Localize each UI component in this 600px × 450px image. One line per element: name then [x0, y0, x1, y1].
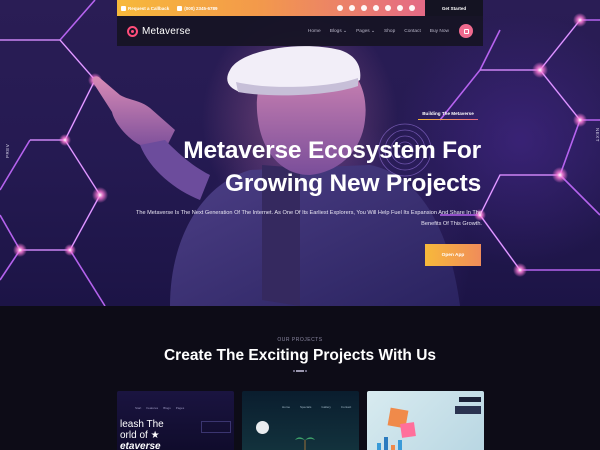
logo-text: Metaverse — [142, 25, 191, 37]
site-logo[interactable]: Metaverse — [127, 25, 191, 37]
divider-dot — [293, 370, 295, 372]
page: PREV NEXT Building The Metaverse Metaver… — [0, 0, 600, 450]
shopping-bag-icon — [463, 28, 469, 34]
nav-item-contact[interactable]: Contact — [404, 29, 421, 34]
social-links — [337, 5, 415, 11]
card3-panel — [455, 406, 481, 414]
hero-description-line-1: The Metaverse Is The Next Generation Of … — [135, 210, 482, 216]
top-bar-info: Request a Callback (000) 2345-6789 — [117, 0, 425, 16]
bar-graphic-icon — [377, 437, 402, 450]
hero-description-line-2: Benefits Of This Growth. — [421, 221, 482, 227]
projects-eyebrow: OUR PROJECTS — [277, 337, 323, 343]
nav-item-shop[interactable]: Shop — [384, 29, 395, 34]
email-icon[interactable] — [409, 5, 415, 11]
section-divider — [290, 370, 310, 373]
phone-icon — [121, 5, 126, 11]
moon-icon — [256, 421, 269, 434]
card1-heading-line: orld of ★ — [120, 430, 160, 441]
callback-label: Request a Callback — [128, 5, 170, 11]
cart-button[interactable] — [459, 24, 473, 38]
card2-nav-item: Gallery — [321, 405, 331, 409]
card1-nav-item: Blogs — [163, 406, 171, 410]
get-started-button[interactable]: Get Started — [425, 0, 483, 16]
nav-item-home[interactable]: Home — [308, 29, 321, 34]
hero-tagline: Building The Metaverse — [418, 111, 478, 120]
instagram-icon[interactable] — [385, 5, 391, 11]
nav-item-pages[interactable]: Pages ⌄ — [356, 29, 375, 34]
youtube-icon[interactable] — [373, 5, 379, 11]
hero-title-line-2: Growing New Projects — [224, 170, 481, 197]
palm-tree-icon — [295, 437, 315, 450]
divider-bar — [296, 370, 304, 372]
call-icon — [177, 5, 183, 11]
nav-item-blogs[interactable]: Blogs ⌄ — [330, 29, 347, 34]
facebook-icon[interactable] — [337, 5, 343, 11]
callback-link[interactable]: Request a Callback — [121, 5, 170, 11]
card1-nav: Start Features Blogs Pages — [135, 406, 184, 410]
card3-label — [459, 397, 481, 402]
card1-nav-item: Start — [135, 406, 142, 410]
card2-nav: Home Specials Gallery Contact — [282, 405, 351, 409]
logo-icon — [127, 25, 138, 37]
prev-slide-button[interactable]: PREV — [5, 144, 10, 158]
projects-title: Create The Exciting Projects With Us — [163, 347, 437, 364]
pinterest-icon[interactable] — [361, 5, 367, 11]
next-slide-button[interactable]: NEXT — [595, 128, 600, 142]
hero-title: Metaverse Ecosystem For Growing New Proj… — [101, 134, 481, 200]
project-card-3[interactable] — [367, 391, 484, 450]
card1-nav-item: Pages — [175, 406, 185, 410]
card1-heading-line: leash The — [120, 419, 164, 430]
projects-section: OUR PROJECTS Create The Exciting Project… — [0, 306, 600, 450]
tumblr-icon[interactable] — [397, 5, 403, 11]
card2-nav-item: Contact — [340, 405, 352, 409]
hero-description: The Metaverse Is The Next Generation Of … — [110, 208, 482, 230]
nav-item-blogs-label: Blogs — [329, 28, 342, 34]
card1-nav-item: Features — [146, 406, 159, 410]
nav-item-buy-now[interactable]: Buy Now — [430, 29, 449, 34]
project-card-1[interactable]: Start Features Blogs Pages leash The orl… — [117, 391, 234, 450]
phone-number[interactable]: (000) 2345-6789 — [177, 5, 218, 11]
card2-nav-item: Home — [282, 405, 291, 409]
hero-title-line-1: Metaverse Ecosystem For — [183, 137, 481, 164]
project-card-2[interactable]: Home Specials Gallery Contact — [242, 391, 359, 450]
open-app-button[interactable]: Open App — [425, 244, 481, 266]
card1-heading-line: etaverse — [120, 441, 161, 450]
twitter-icon[interactable] — [349, 5, 355, 11]
nav-item-pages-label: Pages — [356, 28, 370, 34]
top-bar: Request a Callback (000) 2345-6789 Get S… — [117, 0, 483, 16]
phone-number-label: (000) 2345-6789 — [184, 5, 218, 11]
card2-nav-item: Specials — [300, 405, 312, 409]
nav-menu: Home Blogs ⌄ Pages ⌄ Shop Contact Buy No… — [308, 29, 449, 34]
card1-text-box — [201, 421, 231, 433]
divider-dot — [305, 370, 307, 372]
card1-heading: leash The orld of ★ etaverse — [120, 419, 164, 450]
main-navigation: Metaverse Home Blogs ⌄ Pages ⌄ Shop Cont… — [117, 16, 483, 46]
